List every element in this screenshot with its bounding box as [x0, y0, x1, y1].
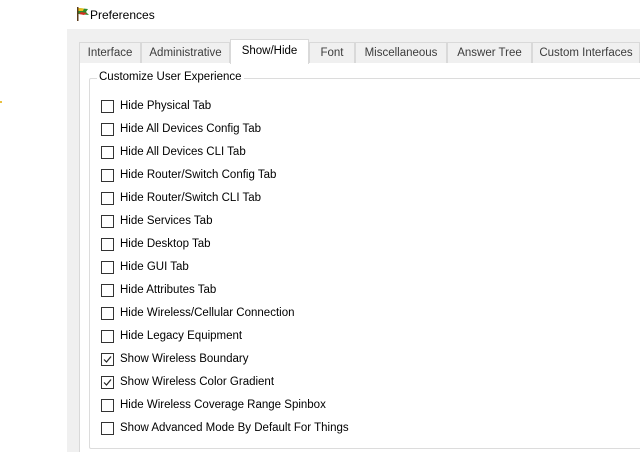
- option-label: Hide Router/Switch Config Tab: [120, 169, 277, 181]
- group-title: Customize User Experience: [97, 71, 244, 83]
- tab-custom-interfaces[interactable]: Custom Interfaces: [532, 42, 640, 63]
- customize-user-experience-group: Customize User Experience Hide Physical …: [89, 71, 640, 449]
- option-label: Hide GUI Tab: [120, 261, 189, 273]
- option-label: Hide All Devices Config Tab: [120, 123, 262, 135]
- option-row[interactable]: Hide Wireless Coverage Range Spinbox: [101, 397, 326, 413]
- option-label: Show Advanced Mode By Default For Things: [120, 422, 349, 434]
- checkbox-checked[interactable]: [101, 375, 114, 389]
- option-label: Hide Desktop Tab: [120, 238, 211, 250]
- checkbox-unchecked[interactable]: [101, 329, 114, 343]
- option-label: Hide All Devices CLI Tab: [120, 146, 246, 158]
- checkbox-unchecked[interactable]: [101, 306, 114, 320]
- option-row[interactable]: Hide Attributes Tab: [101, 282, 216, 298]
- checkmark-icon: [103, 378, 112, 386]
- desktop-artifact: [0, 101, 2, 103]
- desktop-background: [0, 0, 67, 452]
- checkbox-unchecked[interactable]: [101, 122, 114, 136]
- tab-answer-tree[interactable]: Answer Tree: [447, 42, 532, 63]
- option-row[interactable]: Hide Physical Tab: [101, 98, 211, 114]
- checkbox-unchecked[interactable]: [101, 145, 114, 159]
- option-row[interactable]: Show Wireless Boundary: [101, 351, 248, 367]
- option-row[interactable]: Hide All Devices Config Tab: [101, 121, 261, 137]
- option-row[interactable]: Hide Router/Switch CLI Tab: [101, 190, 261, 206]
- option-label: Hide Legacy Equipment: [120, 330, 243, 342]
- tab-bar: Interface Administrative Show/Hide Font …: [79, 39, 640, 64]
- show-hide-panel: Customize User Experience Hide Physical …: [79, 63, 640, 452]
- option-row[interactable]: Hide GUI Tab: [101, 259, 189, 275]
- window-title: Preferences: [90, 8, 155, 22]
- preferences-dialog: Interface Administrative Show/Hide Font …: [67, 29, 640, 452]
- option-row[interactable]: Hide Desktop Tab: [101, 236, 211, 252]
- option-label: Hide Wireless Coverage Range Spinbox: [120, 399, 326, 411]
- checkbox-unchecked[interactable]: [101, 421, 114, 435]
- option-label: Hide Wireless/Cellular Connection: [120, 307, 295, 319]
- option-label: Hide Attributes Tab: [120, 284, 217, 296]
- option-label: Hide Services Tab: [120, 215, 213, 227]
- option-label: Hide Physical Tab: [120, 100, 212, 112]
- checkbox-unchecked[interactable]: [101, 168, 114, 182]
- option-label: Show Wireless Color Gradient: [120, 376, 275, 388]
- checkbox-unchecked[interactable]: [101, 283, 114, 297]
- checkbox-checked[interactable]: [101, 352, 114, 366]
- option-row[interactable]: Hide All Devices CLI Tab: [101, 144, 246, 160]
- option-row[interactable]: Hide Router/Switch Config Tab: [101, 167, 276, 183]
- option-label: Show Wireless Boundary: [120, 353, 249, 365]
- window-titlebar[interactable]: Preferences: [67, 0, 640, 29]
- checkbox-unchecked[interactable]: [101, 99, 114, 113]
- checkbox-unchecked[interactable]: [101, 214, 114, 228]
- option-row[interactable]: Show Advanced Mode By Default For Things: [101, 420, 349, 436]
- tab-administrative[interactable]: Administrative: [141, 42, 230, 63]
- option-row[interactable]: Hide Services Tab: [101, 213, 212, 229]
- option-row[interactable]: Show Wireless Color Gradient: [101, 374, 274, 390]
- checkbox-unchecked[interactable]: [101, 398, 114, 412]
- tab-interface[interactable]: Interface: [79, 42, 141, 63]
- option-row[interactable]: Hide Wireless/Cellular Connection: [101, 305, 295, 321]
- app-icon: [75, 6, 91, 22]
- checkbox-unchecked[interactable]: [101, 260, 114, 274]
- option-row[interactable]: Hide Legacy Equipment: [101, 328, 242, 344]
- tab-show-hide[interactable]: Show/Hide: [230, 39, 309, 64]
- tab-miscellaneous[interactable]: Miscellaneous: [355, 42, 447, 63]
- checkbox-unchecked[interactable]: [101, 237, 114, 251]
- checkbox-unchecked[interactable]: [101, 191, 114, 205]
- checkmark-icon: [103, 355, 112, 363]
- tab-font[interactable]: Font: [309, 42, 355, 63]
- option-label: Hide Router/Switch CLI Tab: [120, 192, 262, 204]
